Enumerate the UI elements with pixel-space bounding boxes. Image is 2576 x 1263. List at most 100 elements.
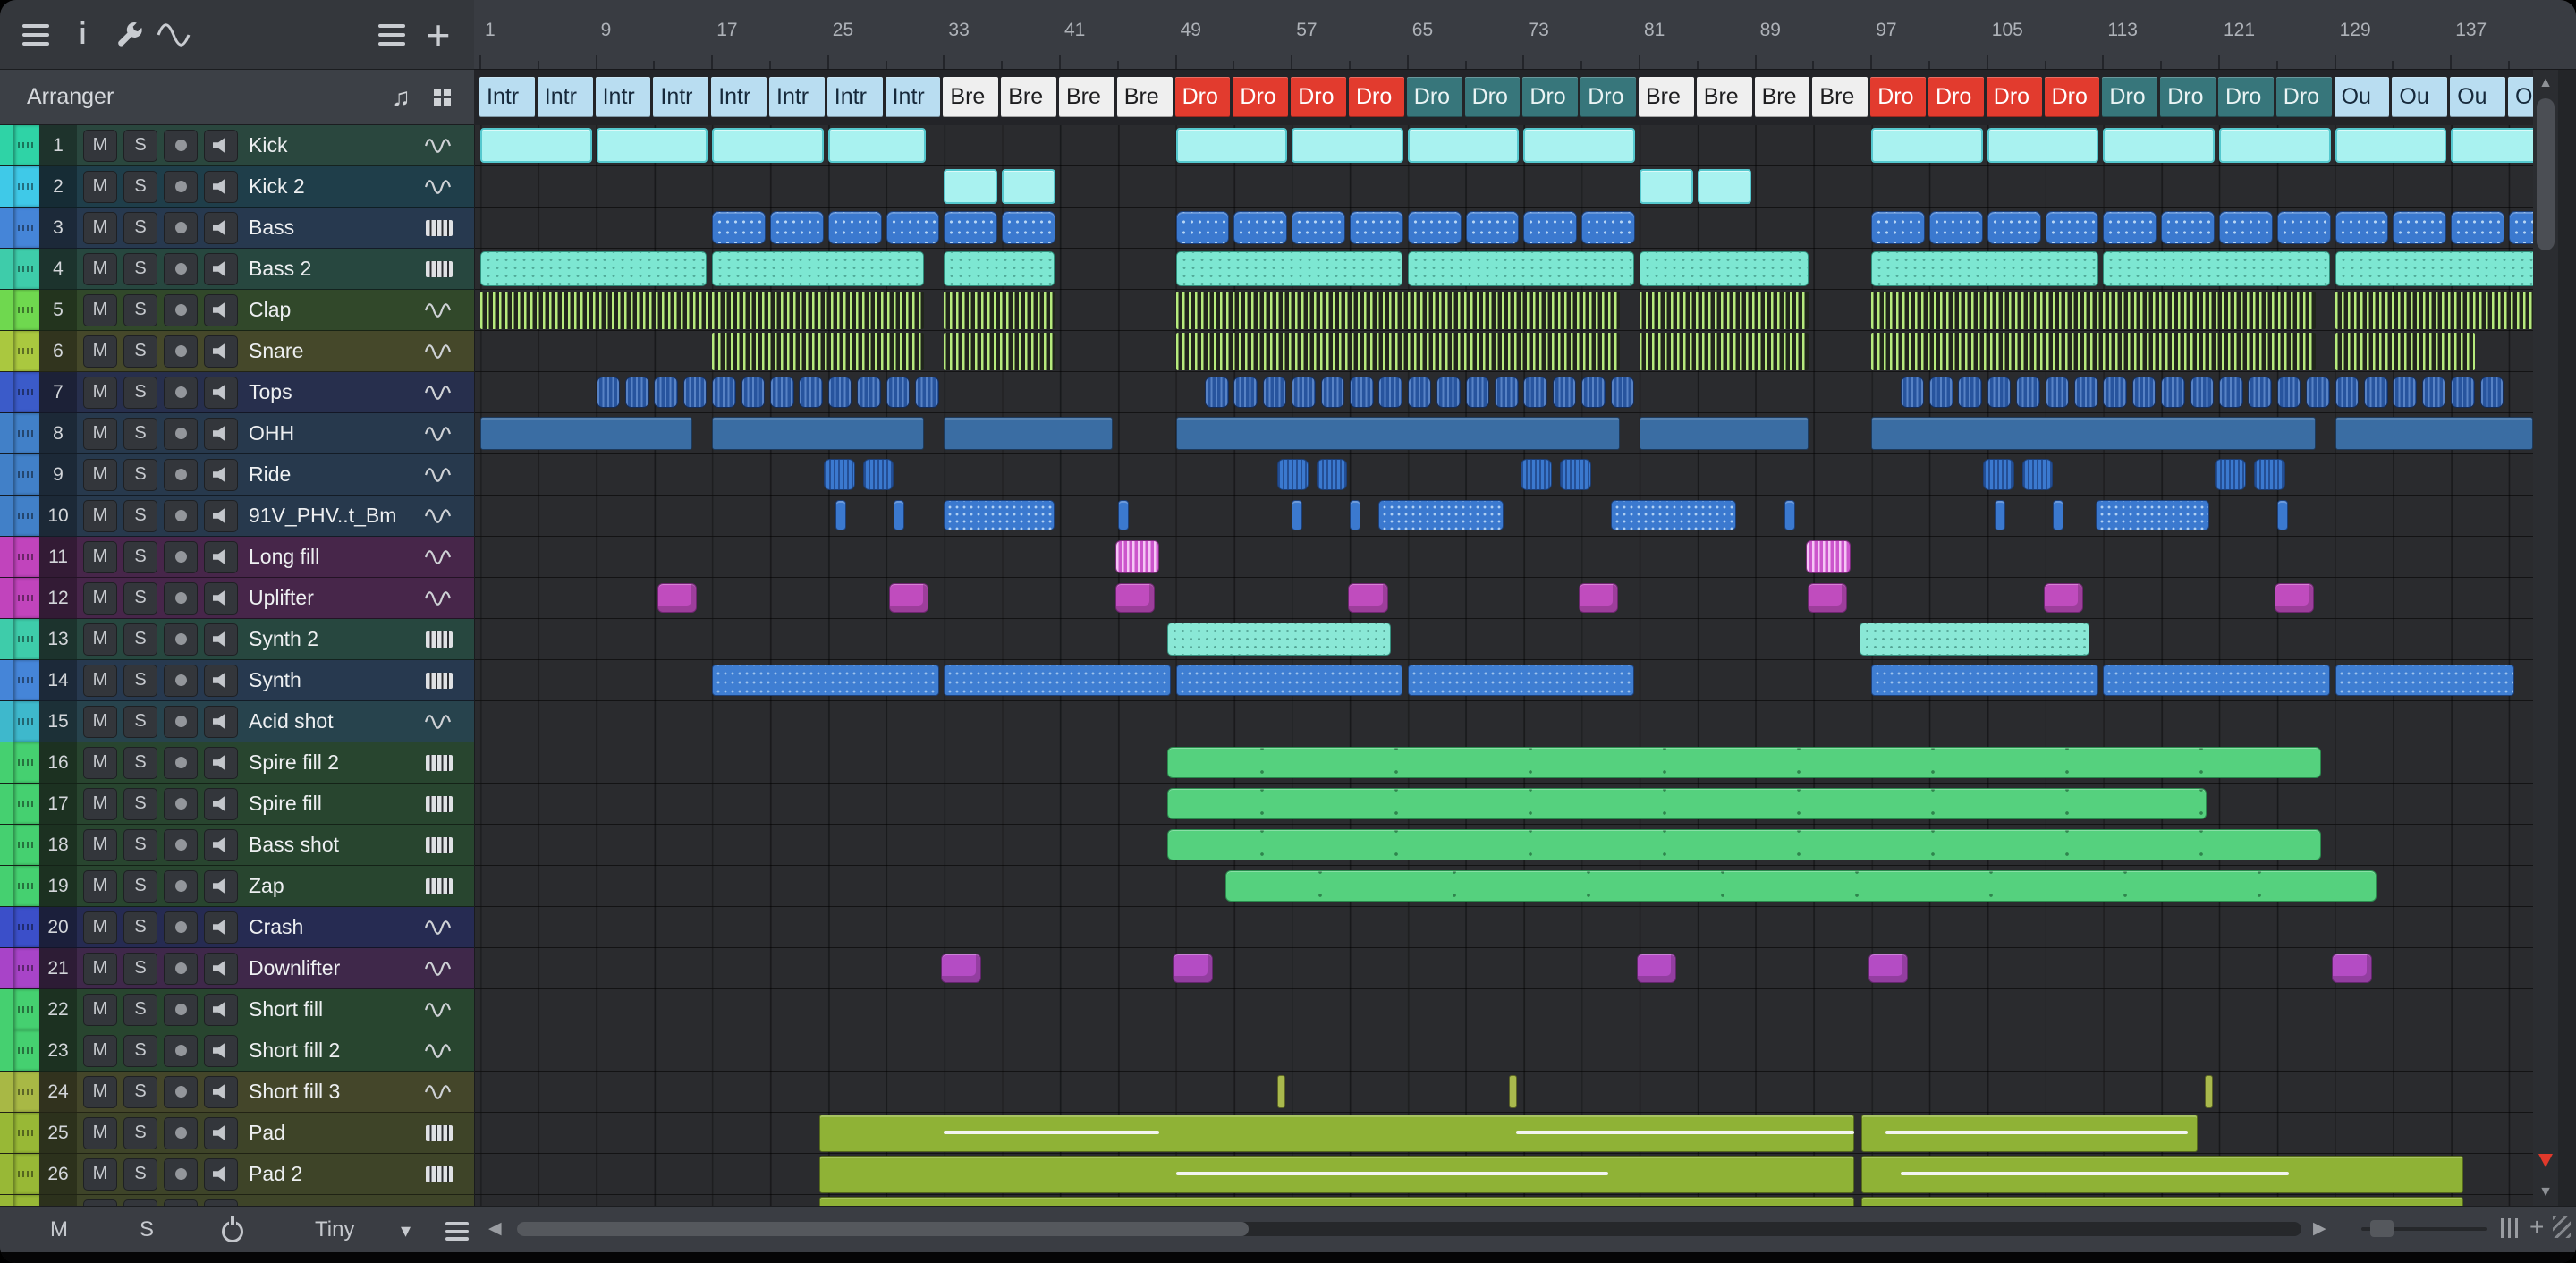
mute-button[interactable]: M [83, 705, 117, 738]
mute-button[interactable]: M [83, 170, 117, 203]
arranger-section[interactable]: Intr [711, 77, 767, 117]
arranger-section[interactable]: Dro [1406, 77, 1462, 117]
arranger-section[interactable]: Bre [1059, 77, 1114, 117]
track-row[interactable]: 18 M S Bass shot [0, 825, 474, 866]
arranger-section[interactable]: Dro [2275, 77, 2332, 117]
info-icon[interactable]: i [59, 12, 106, 58]
solo-button[interactable]: S [123, 170, 157, 203]
clip[interactable] [2334, 128, 2447, 163]
record-arm-button[interactable] [164, 458, 198, 491]
solo-button[interactable]: S [123, 376, 157, 409]
mute-button[interactable]: M [83, 787, 117, 820]
track-row[interactable]: 19 M S Zap [0, 866, 474, 907]
timeline-ruler[interactable]: 1 9 17 25 33 41 49 57 65 73 81 89 97 105 113 121 129 137 [474, 0, 2533, 70]
clip[interactable] [596, 377, 621, 408]
clip[interactable] [1871, 665, 2098, 696]
monitor-button[interactable] [204, 828, 238, 861]
clip[interactable] [1871, 251, 2098, 286]
arranger-section[interactable]: Ou [2450, 77, 2505, 117]
clip[interactable] [1292, 128, 1403, 163]
monitor-button[interactable] [204, 129, 238, 162]
track-row[interactable]: 20 M S Crash [0, 907, 474, 948]
clip[interactable] [1166, 788, 2207, 819]
clip[interactable] [944, 211, 998, 244]
solo-button[interactable]: S [123, 1116, 157, 1149]
clip[interactable] [2421, 377, 2446, 408]
clip[interactable] [2103, 211, 2157, 244]
arranger-section[interactable]: Dro [1522, 77, 1579, 117]
mute-button[interactable]: M [83, 417, 117, 450]
clip[interactable] [2332, 954, 2372, 983]
mute-button[interactable]: M [83, 1199, 117, 1206]
clip[interactable] [862, 459, 894, 490]
track-row[interactable]: 14 M S Synth [0, 660, 474, 701]
clip[interactable] [2016, 377, 2040, 408]
track-row[interactable]: 22 M S Short fill [0, 989, 474, 1030]
clip[interactable] [480, 128, 592, 163]
clip[interactable] [1806, 540, 1851, 573]
solo-button[interactable]: S [123, 540, 157, 573]
clip[interactable] [2334, 333, 2475, 370]
grid-icon[interactable] [434, 89, 451, 106]
clip[interactable] [1166, 747, 2322, 778]
arranger-section[interactable]: Dro [2218, 77, 2274, 117]
mute-button[interactable]: M [83, 581, 117, 615]
monitor-button[interactable] [204, 376, 238, 409]
clip[interactable] [1175, 292, 1621, 329]
record-arm-button[interactable] [164, 252, 198, 285]
monitor-button[interactable] [204, 1075, 238, 1108]
arranger-section[interactable]: Bre [1116, 77, 1173, 117]
monitor-button[interactable] [204, 787, 238, 820]
track-row[interactable]: 2 M S Kick 2 [0, 166, 474, 208]
mute-button[interactable]: M [83, 540, 117, 573]
clip[interactable] [1292, 211, 1346, 244]
solo-button[interactable]: S [123, 828, 157, 861]
mute-all-button[interactable]: M [50, 1217, 68, 1242]
clip[interactable] [886, 211, 940, 244]
clip[interactable] [1610, 500, 1736, 530]
solo-button[interactable]: S [123, 664, 157, 697]
clip[interactable] [2334, 665, 2514, 696]
monitor-button[interactable] [204, 293, 238, 326]
monitor-button[interactable] [204, 952, 238, 985]
arranger-section[interactable]: Intr [885, 77, 941, 117]
clip[interactable] [2161, 211, 2216, 244]
clip[interactable] [893, 500, 904, 530]
mute-button[interactable]: M [83, 499, 117, 532]
clip[interactable] [1378, 377, 1403, 408]
mute-button[interactable]: M [83, 911, 117, 944]
clip[interactable] [2045, 377, 2070, 408]
clip[interactable] [2219, 211, 2273, 244]
mute-button[interactable]: M [83, 952, 117, 985]
clip[interactable] [1002, 211, 1056, 244]
clip[interactable] [1175, 128, 1288, 163]
track-row[interactable]: 25 M S Pad [0, 1113, 474, 1154]
clip[interactable] [2276, 500, 2288, 530]
track-row[interactable]: 12 M S Uplifter [0, 578, 474, 619]
record-arm-button[interactable] [164, 417, 198, 450]
mute-button[interactable]: M [83, 623, 117, 656]
arranger-section[interactable]: Bre [1812, 77, 1868, 117]
clip[interactable] [1348, 583, 1388, 613]
arranger-section[interactable]: Dro [1580, 77, 1636, 117]
clip[interactable] [1002, 169, 1056, 204]
mute-button[interactable]: M [83, 993, 117, 1026]
arranger-section[interactable]: Dro [1233, 77, 1289, 117]
caret-down-icon[interactable]: ▾ [401, 1219, 411, 1242]
solo-button[interactable]: S [123, 623, 157, 656]
monitor-button[interactable] [204, 581, 238, 615]
clip[interactable] [1860, 1197, 2463, 1206]
clip[interactable] [1175, 251, 1403, 286]
clip[interactable] [1175, 665, 1403, 696]
record-arm-button[interactable] [164, 787, 198, 820]
arranger-section[interactable]: Bre [1001, 77, 1056, 117]
track-row[interactable]: 26 M S Pad 2 [0, 1154, 474, 1195]
clip[interactable] [1929, 377, 1953, 408]
clip[interactable] [1697, 169, 1751, 204]
clip[interactable] [1233, 377, 1258, 408]
solo-button[interactable]: S [123, 211, 157, 244]
clip[interactable] [2045, 211, 2099, 244]
clip[interactable] [1292, 500, 1303, 530]
clip[interactable] [2393, 211, 2447, 244]
clip[interactable] [2161, 377, 2185, 408]
